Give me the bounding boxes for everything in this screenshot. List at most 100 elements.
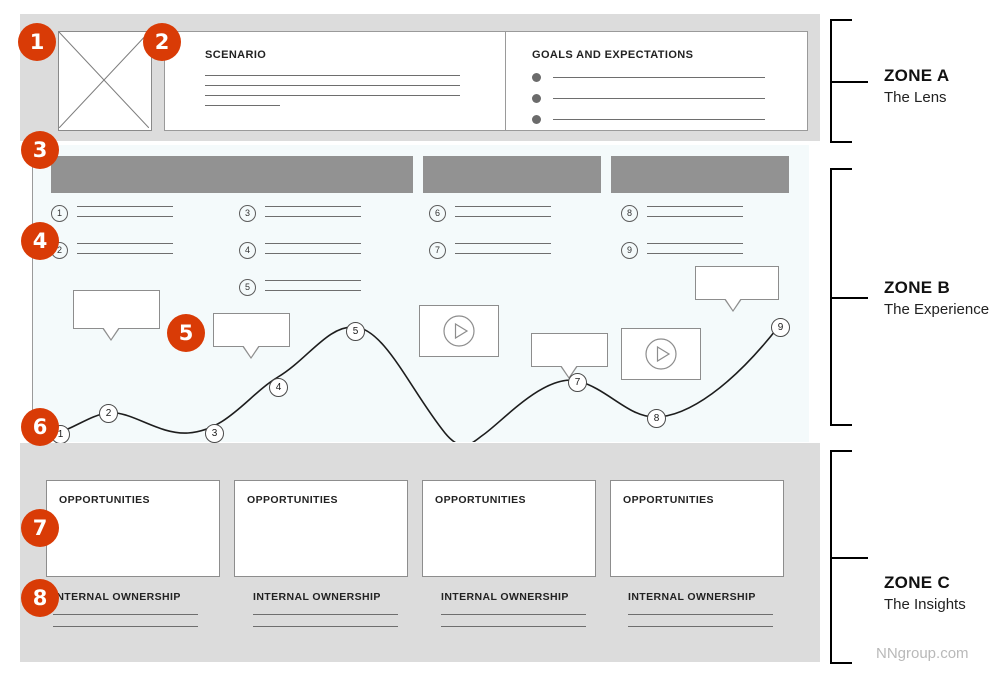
- zone-title: ZONE C: [884, 573, 951, 592]
- play-icon[interactable]: [442, 314, 476, 348]
- annotation-badge-5[interactable]: 5: [167, 314, 205, 352]
- lens-card: SCENARIO GOALS AND EXPECTATIONS: [164, 31, 808, 131]
- opportunities-box-4: OPPORTUNITIES: [610, 480, 784, 577]
- annotation-badge-3[interactable]: 3: [21, 131, 59, 169]
- action-lines: [455, 203, 551, 226]
- curve-point-8[interactable]: 8: [647, 409, 666, 428]
- internal-ownership-title: INTERNAL OWNERSHIP: [628, 591, 756, 603]
- action-line: [455, 206, 551, 207]
- step-number-1: 1: [51, 205, 68, 222]
- annotation-badge-2[interactable]: 2: [143, 23, 181, 61]
- phase-header-bars: [33, 145, 809, 193]
- bracket-tick-bottom: [830, 141, 852, 143]
- opportunities-title: OPPORTUNITIES: [435, 494, 526, 506]
- zone-subtitle: The Lens: [884, 89, 947, 106]
- list-item: 8: [621, 203, 743, 226]
- step-number-8: 8: [621, 205, 638, 222]
- step-number-9: 9: [621, 242, 638, 259]
- video-thumbnail-2[interactable]: [621, 328, 701, 380]
- goal-line: [553, 119, 765, 120]
- quote-bubble-2: [213, 313, 290, 359]
- goal-line: [553, 98, 765, 99]
- phase-action-list-2: 3 4 5: [239, 203, 361, 314]
- internal-ownership-group-4: INTERNAL OWNERSHIP: [628, 591, 773, 627]
- video-thumbnail-1[interactable]: [419, 305, 499, 357]
- scenario-section: SCENARIO: [165, 32, 485, 130]
- curve-point-3[interactable]: 3: [205, 424, 224, 443]
- action-lines: [77, 240, 173, 263]
- step-number-6: 6: [429, 205, 446, 222]
- scenario-lines: [205, 75, 460, 115]
- list-item: 3: [239, 203, 361, 226]
- curve-point-7[interactable]: 7: [568, 373, 587, 392]
- action-lines: [265, 203, 361, 226]
- bracket-tick-top: [830, 450, 852, 452]
- annotation-badge-7[interactable]: 7: [21, 509, 59, 547]
- action-line: [647, 243, 743, 244]
- curve-point-9[interactable]: 9: [771, 318, 790, 337]
- list-item: [532, 115, 765, 124]
- annotation-badge-6[interactable]: 6: [21, 408, 59, 446]
- bracket-tick-bottom: [830, 424, 852, 426]
- internal-ownership-title: INTERNAL OWNERSHIP: [441, 591, 569, 603]
- zone-a-the-lens: SCENARIO GOALS AND EXPECTATIONS: [20, 14, 820, 141]
- internal-ownership-line: [53, 626, 198, 627]
- action-line: [265, 216, 361, 217]
- image-placeholder-icon: [59, 32, 149, 128]
- list-item: 7: [429, 240, 551, 263]
- internal-ownership-title: INTERNAL OWNERSHIP: [53, 591, 181, 603]
- phase-action-lists: 123456789: [33, 203, 809, 296]
- bracket-stem: [830, 81, 868, 83]
- opportunities-title: OPPORTUNITIES: [247, 494, 338, 506]
- list-item: 2: [51, 240, 173, 263]
- phase-action-list-1: 12: [51, 203, 173, 277]
- opportunities-box-2: OPPORTUNITIES: [234, 480, 408, 577]
- step-number-7: 7: [429, 242, 446, 259]
- curve-point-5[interactable]: 5: [346, 322, 365, 341]
- internal-ownership-line: [253, 626, 398, 627]
- phase-header-bar-3: [423, 156, 601, 193]
- bullet-icon: [532, 94, 541, 103]
- action-lines: [647, 203, 743, 226]
- zone-subtitle: The Experience: [884, 301, 990, 318]
- bracket-stem: [830, 297, 868, 299]
- scenario-line: [205, 105, 280, 106]
- action-line: [265, 206, 361, 207]
- step-number-4: 4: [239, 242, 256, 259]
- zone-label-a: ZONE A The Lens: [884, 66, 949, 106]
- action-line: [455, 216, 551, 217]
- persona-image-placeholder: [58, 31, 152, 131]
- quote-bubble-3: [531, 333, 608, 379]
- action-line: [455, 253, 551, 254]
- action-lines: [265, 277, 361, 300]
- list-item: [532, 94, 765, 103]
- curve-point-2[interactable]: 2: [99, 404, 118, 423]
- goals-title: GOALS AND EXPECTATIONS: [532, 49, 694, 61]
- goal-line: [553, 77, 765, 78]
- nngroup-watermark: NNgroup.com: [876, 645, 969, 662]
- zone-c-the-insights: OPPORTUNITIES OPPORTUNITIES OPPORTUNITIES O…: [20, 443, 820, 662]
- step-number-5: 5: [239, 279, 256, 296]
- internal-ownership-line: [441, 626, 586, 627]
- scenario-title: SCENARIO: [205, 49, 267, 61]
- step-number-3: 3: [239, 205, 256, 222]
- action-lines: [455, 240, 551, 263]
- internal-ownership-group-1: INTERNAL OWNERSHIP: [53, 591, 198, 627]
- internal-ownership-group-3: INTERNAL OWNERSHIP: [441, 591, 586, 627]
- opportunities-box-1: OPPORTUNITIES: [46, 480, 220, 577]
- action-lines: [265, 240, 361, 263]
- annotation-badge-4[interactable]: 4: [21, 222, 59, 260]
- curve-point-4[interactable]: 4: [269, 378, 288, 397]
- internal-ownership-line: [628, 614, 773, 615]
- annotation-badge-1[interactable]: 1: [18, 23, 56, 61]
- play-icon[interactable]: [644, 337, 678, 371]
- annotation-badge-8[interactable]: 8: [21, 579, 59, 617]
- action-line: [77, 243, 173, 244]
- action-line: [265, 280, 361, 281]
- zone-b-the-experience: 123456789 123456789: [32, 145, 809, 462]
- internal-ownership-line: [253, 614, 398, 615]
- action-line: [77, 216, 173, 217]
- zone-label-b: ZONE B The Experience: [884, 278, 989, 318]
- scenario-line: [205, 95, 460, 96]
- list-item: 5: [239, 277, 361, 300]
